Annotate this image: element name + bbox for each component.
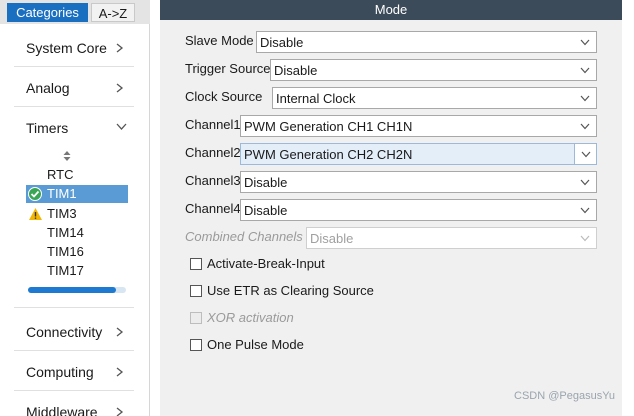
tab-categories[interactable]: Categories bbox=[7, 3, 88, 22]
category-label: Analog bbox=[26, 80, 70, 96]
chevron-right-icon bbox=[114, 360, 128, 384]
use-etr-clearing-checkbox[interactable]: Use ETR as Clearing Source bbox=[190, 281, 490, 301]
select-value: PWM Generation CH1 CH1N bbox=[244, 119, 413, 134]
select-value: Internal Clock bbox=[276, 91, 356, 106]
select-value: Disable bbox=[310, 231, 354, 246]
category-system-core[interactable]: System Core bbox=[14, 36, 134, 60]
field-channel1: Channel1 PWM Generation CH1 CH1N bbox=[160, 113, 622, 137]
peripheral-tim14[interactable]: TIM14 bbox=[26, 224, 128, 242]
divider bbox=[14, 66, 134, 67]
categories-panel: Categories A->Z System Core Analog Timer… bbox=[0, 0, 150, 416]
view-tabbar: Categories A->Z bbox=[0, 0, 150, 24]
category-label: Computing bbox=[26, 364, 94, 380]
field-label: Channel4 bbox=[185, 201, 241, 216]
peripheral-tim3[interactable]: TIM3 bbox=[26, 205, 128, 223]
chevron-down-icon bbox=[574, 116, 596, 136]
chevron-right-icon bbox=[114, 400, 128, 416]
peripheral-tim16[interactable]: TIM16 bbox=[26, 243, 128, 261]
xor-activation-checkbox: XOR activation bbox=[190, 308, 490, 328]
chevron-right-icon bbox=[114, 36, 128, 60]
divider bbox=[14, 390, 134, 391]
chevron-down-icon bbox=[574, 200, 596, 220]
peripheral-label: TIM17 bbox=[47, 263, 84, 278]
field-channel4: Channel4 Disable bbox=[160, 197, 622, 221]
divider bbox=[14, 106, 134, 107]
checkbox-label: Use ETR as Clearing Source bbox=[207, 283, 374, 298]
category-label: Middleware bbox=[26, 404, 98, 416]
checkbox-label: Activate-Break-Input bbox=[207, 256, 325, 271]
checkbox-box[interactable] bbox=[190, 285, 202, 297]
activate-break-input-checkbox[interactable]: Activate-Break-Input bbox=[190, 254, 490, 274]
checkbox-box bbox=[190, 312, 202, 324]
field-label: Channel3 bbox=[185, 173, 241, 188]
combined-channels-select: Disable bbox=[306, 227, 597, 249]
field-combined-channels: Combined Channels Disable bbox=[160, 225, 622, 249]
checkbox-box[interactable] bbox=[190, 258, 202, 270]
select-value: Disable bbox=[274, 63, 318, 78]
peripheral-label: TIM3 bbox=[47, 206, 77, 221]
chevron-down-icon bbox=[574, 88, 596, 108]
channel4-select[interactable]: Disable bbox=[240, 199, 597, 221]
field-label: Clock Source bbox=[185, 89, 263, 104]
watermark: CSDN @PegasusYu bbox=[514, 390, 616, 402]
field-clock-source: Clock Source Internal Clock bbox=[160, 85, 622, 109]
list-scrollbar[interactable] bbox=[28, 287, 126, 293]
peripheral-label: RTC bbox=[47, 167, 74, 182]
chevron-right-icon bbox=[114, 76, 128, 100]
slave-mode-select[interactable]: Disable bbox=[256, 31, 597, 53]
category-connectivity[interactable]: Connectivity bbox=[14, 320, 134, 344]
category-middleware[interactable]: Middleware bbox=[14, 400, 134, 416]
divider bbox=[14, 350, 134, 351]
field-label: Channel2 bbox=[185, 145, 241, 160]
scrollbar-thumb[interactable] bbox=[28, 287, 117, 293]
chevron-down-icon bbox=[574, 60, 596, 80]
chevron-down-icon bbox=[574, 228, 596, 248]
field-label: Trigger Source bbox=[185, 61, 271, 76]
chevron-right-icon bbox=[114, 320, 128, 344]
field-channel2: Channel2 PWM Generation CH2 CH2N bbox=[160, 141, 622, 165]
category-label: Connectivity bbox=[26, 324, 103, 340]
clock-source-select[interactable]: Internal Clock bbox=[272, 87, 597, 109]
checkbox-label: One Pulse Mode bbox=[207, 337, 304, 352]
field-label: Channel1 bbox=[185, 117, 241, 132]
category-analog[interactable]: Analog bbox=[14, 76, 134, 100]
select-value: PWM Generation CH2 CH2N bbox=[244, 147, 413, 162]
chevron-down-icon bbox=[114, 116, 128, 140]
peripheral-label: TIM16 bbox=[47, 244, 84, 259]
channel2-select[interactable]: PWM Generation CH2 CH2N bbox=[240, 143, 597, 165]
sort-icon[interactable] bbox=[62, 150, 72, 162]
select-value: Disable bbox=[244, 203, 288, 218]
tab-a-to-z[interactable]: A->Z bbox=[91, 3, 135, 22]
chevron-down-icon bbox=[574, 172, 596, 192]
checkbox-box[interactable] bbox=[190, 339, 202, 351]
chevron-down-icon bbox=[574, 144, 596, 164]
field-trigger-source: Trigger Source Disable bbox=[160, 57, 622, 81]
peripheral-tim17[interactable]: TIM17 bbox=[26, 262, 128, 280]
peripheral-label: TIM1 bbox=[47, 186, 77, 201]
mode-panel: Mode Slave Mode Disable Trigger Source D… bbox=[160, 0, 622, 416]
category-label: System Core bbox=[26, 40, 107, 56]
divider bbox=[14, 307, 134, 308]
checkbox-label: XOR activation bbox=[207, 310, 294, 325]
field-label: Slave Mode bbox=[185, 33, 254, 48]
trigger-source-select[interactable]: Disable bbox=[270, 59, 597, 81]
warning-icon bbox=[28, 207, 43, 221]
category-timers[interactable]: Timers bbox=[14, 116, 134, 140]
channel1-select[interactable]: PWM Generation CH1 CH1N bbox=[240, 115, 597, 137]
field-channel3: Channel3 Disable bbox=[160, 169, 622, 193]
check-circle-icon bbox=[28, 187, 43, 201]
peripheral-tim1[interactable]: TIM1 bbox=[26, 185, 128, 203]
category-label: Timers bbox=[26, 120, 69, 136]
field-label: Combined Channels bbox=[185, 229, 303, 244]
chevron-down-icon bbox=[574, 32, 596, 52]
select-value: Disable bbox=[260, 35, 304, 50]
field-slave-mode: Slave Mode Disable bbox=[160, 29, 622, 53]
select-value: Disable bbox=[244, 175, 288, 190]
one-pulse-mode-checkbox[interactable]: One Pulse Mode bbox=[190, 335, 490, 355]
channel3-select[interactable]: Disable bbox=[240, 171, 597, 193]
mode-header: Mode bbox=[160, 0, 622, 20]
category-computing[interactable]: Computing bbox=[14, 360, 134, 384]
peripheral-rtc[interactable]: RTC bbox=[26, 166, 128, 184]
peripheral-label: TIM14 bbox=[47, 225, 84, 240]
